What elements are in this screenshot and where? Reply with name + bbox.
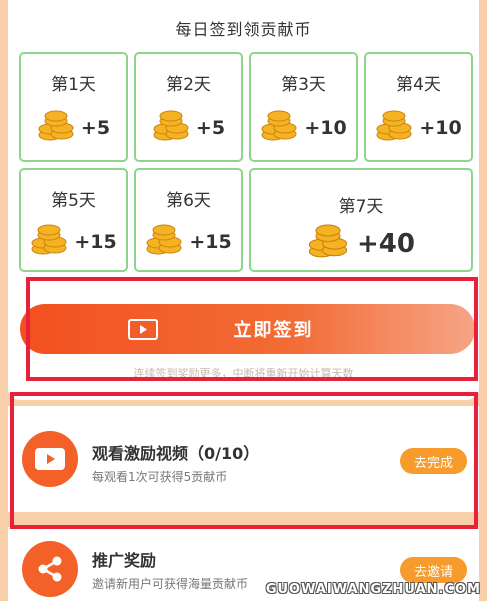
- reward-amount: +5: [80, 117, 111, 139]
- day-card-5[interactable]: 第5天 +15: [19, 168, 128, 272]
- go-invite-button[interactable]: 去邀请: [399, 557, 467, 583]
- day-reward: +10: [251, 110, 356, 146]
- day-label: 第5天: [51, 191, 96, 211]
- signin-hint: 连续签到奖励更多，中断将重新开始计算天数: [133, 367, 354, 380]
- day-reward: +40: [251, 224, 471, 263]
- task-desc: 每观看1次可获得5贡献币: [92, 470, 228, 484]
- coin-stack-icon: [30, 224, 68, 260]
- day-card-7[interactable]: 第7天 +40: [249, 168, 473, 272]
- day-card-1[interactable]: 第1天 +5: [19, 52, 128, 162]
- reward-amount: +15: [189, 231, 232, 253]
- day-label: 第7天: [338, 197, 384, 217]
- day-reward: +10: [366, 110, 471, 146]
- reward-amount: +15: [74, 231, 117, 253]
- reward-amount: +10: [304, 117, 347, 139]
- go-complete-button[interactable]: 去完成: [399, 448, 467, 474]
- day-card-3[interactable]: 第3天 +10: [249, 52, 358, 162]
- task-card-video: 观看激励视频（0/10） 每观看1次可获得5贡献币 去完成: [8, 406, 479, 512]
- day-reward: +5: [136, 110, 241, 146]
- reward-amount: +40: [357, 228, 415, 259]
- day-reward: +15: [136, 224, 241, 260]
- coin-stack-icon: [145, 224, 183, 260]
- day-card-6[interactable]: 第6天 +15: [134, 168, 243, 272]
- day-label: 第3天: [281, 75, 326, 95]
- task-title: 推广奖励: [92, 551, 157, 570]
- coin-stack-icon: [307, 224, 349, 263]
- video-icon: [128, 319, 158, 340]
- day-label: 第4天: [396, 75, 441, 95]
- signin-title: 每日签到领贡献币: [175, 20, 312, 39]
- reward-amount: +5: [195, 117, 226, 139]
- coin-stack-icon: [152, 110, 190, 146]
- coin-stack-icon: [375, 110, 413, 146]
- watermark: GUOWAIWANGZHUAN.COM: [265, 582, 481, 597]
- play-icon: [22, 431, 78, 487]
- sign-in-button[interactable]: 立即签到: [20, 304, 475, 354]
- day-card-2[interactable]: 第2天 +5: [134, 52, 243, 162]
- day-label: 第2天: [166, 75, 211, 95]
- sign-in-button-label: 立即签到: [233, 320, 314, 341]
- day-reward: +5: [21, 110, 126, 146]
- day-card-4[interactable]: 第4天 +10: [364, 52, 473, 162]
- day-reward: +15: [21, 224, 126, 260]
- reward-amount: +10: [419, 117, 462, 139]
- day-label: 第6天: [166, 191, 211, 211]
- coin-stack-icon: [37, 110, 75, 146]
- coin-stack-icon: [260, 110, 298, 146]
- page: 每日签到领贡献币 第1天 +5 第2天 +5 第3天 +10 第4天 +10 第…: [0, 0, 487, 601]
- task-desc: 邀请新用户可获得海量贡献币: [92, 577, 249, 591]
- task-title: 观看激励视频（0/10）: [92, 444, 260, 463]
- day-label: 第1天: [51, 75, 96, 95]
- share-icon: [22, 541, 78, 597]
